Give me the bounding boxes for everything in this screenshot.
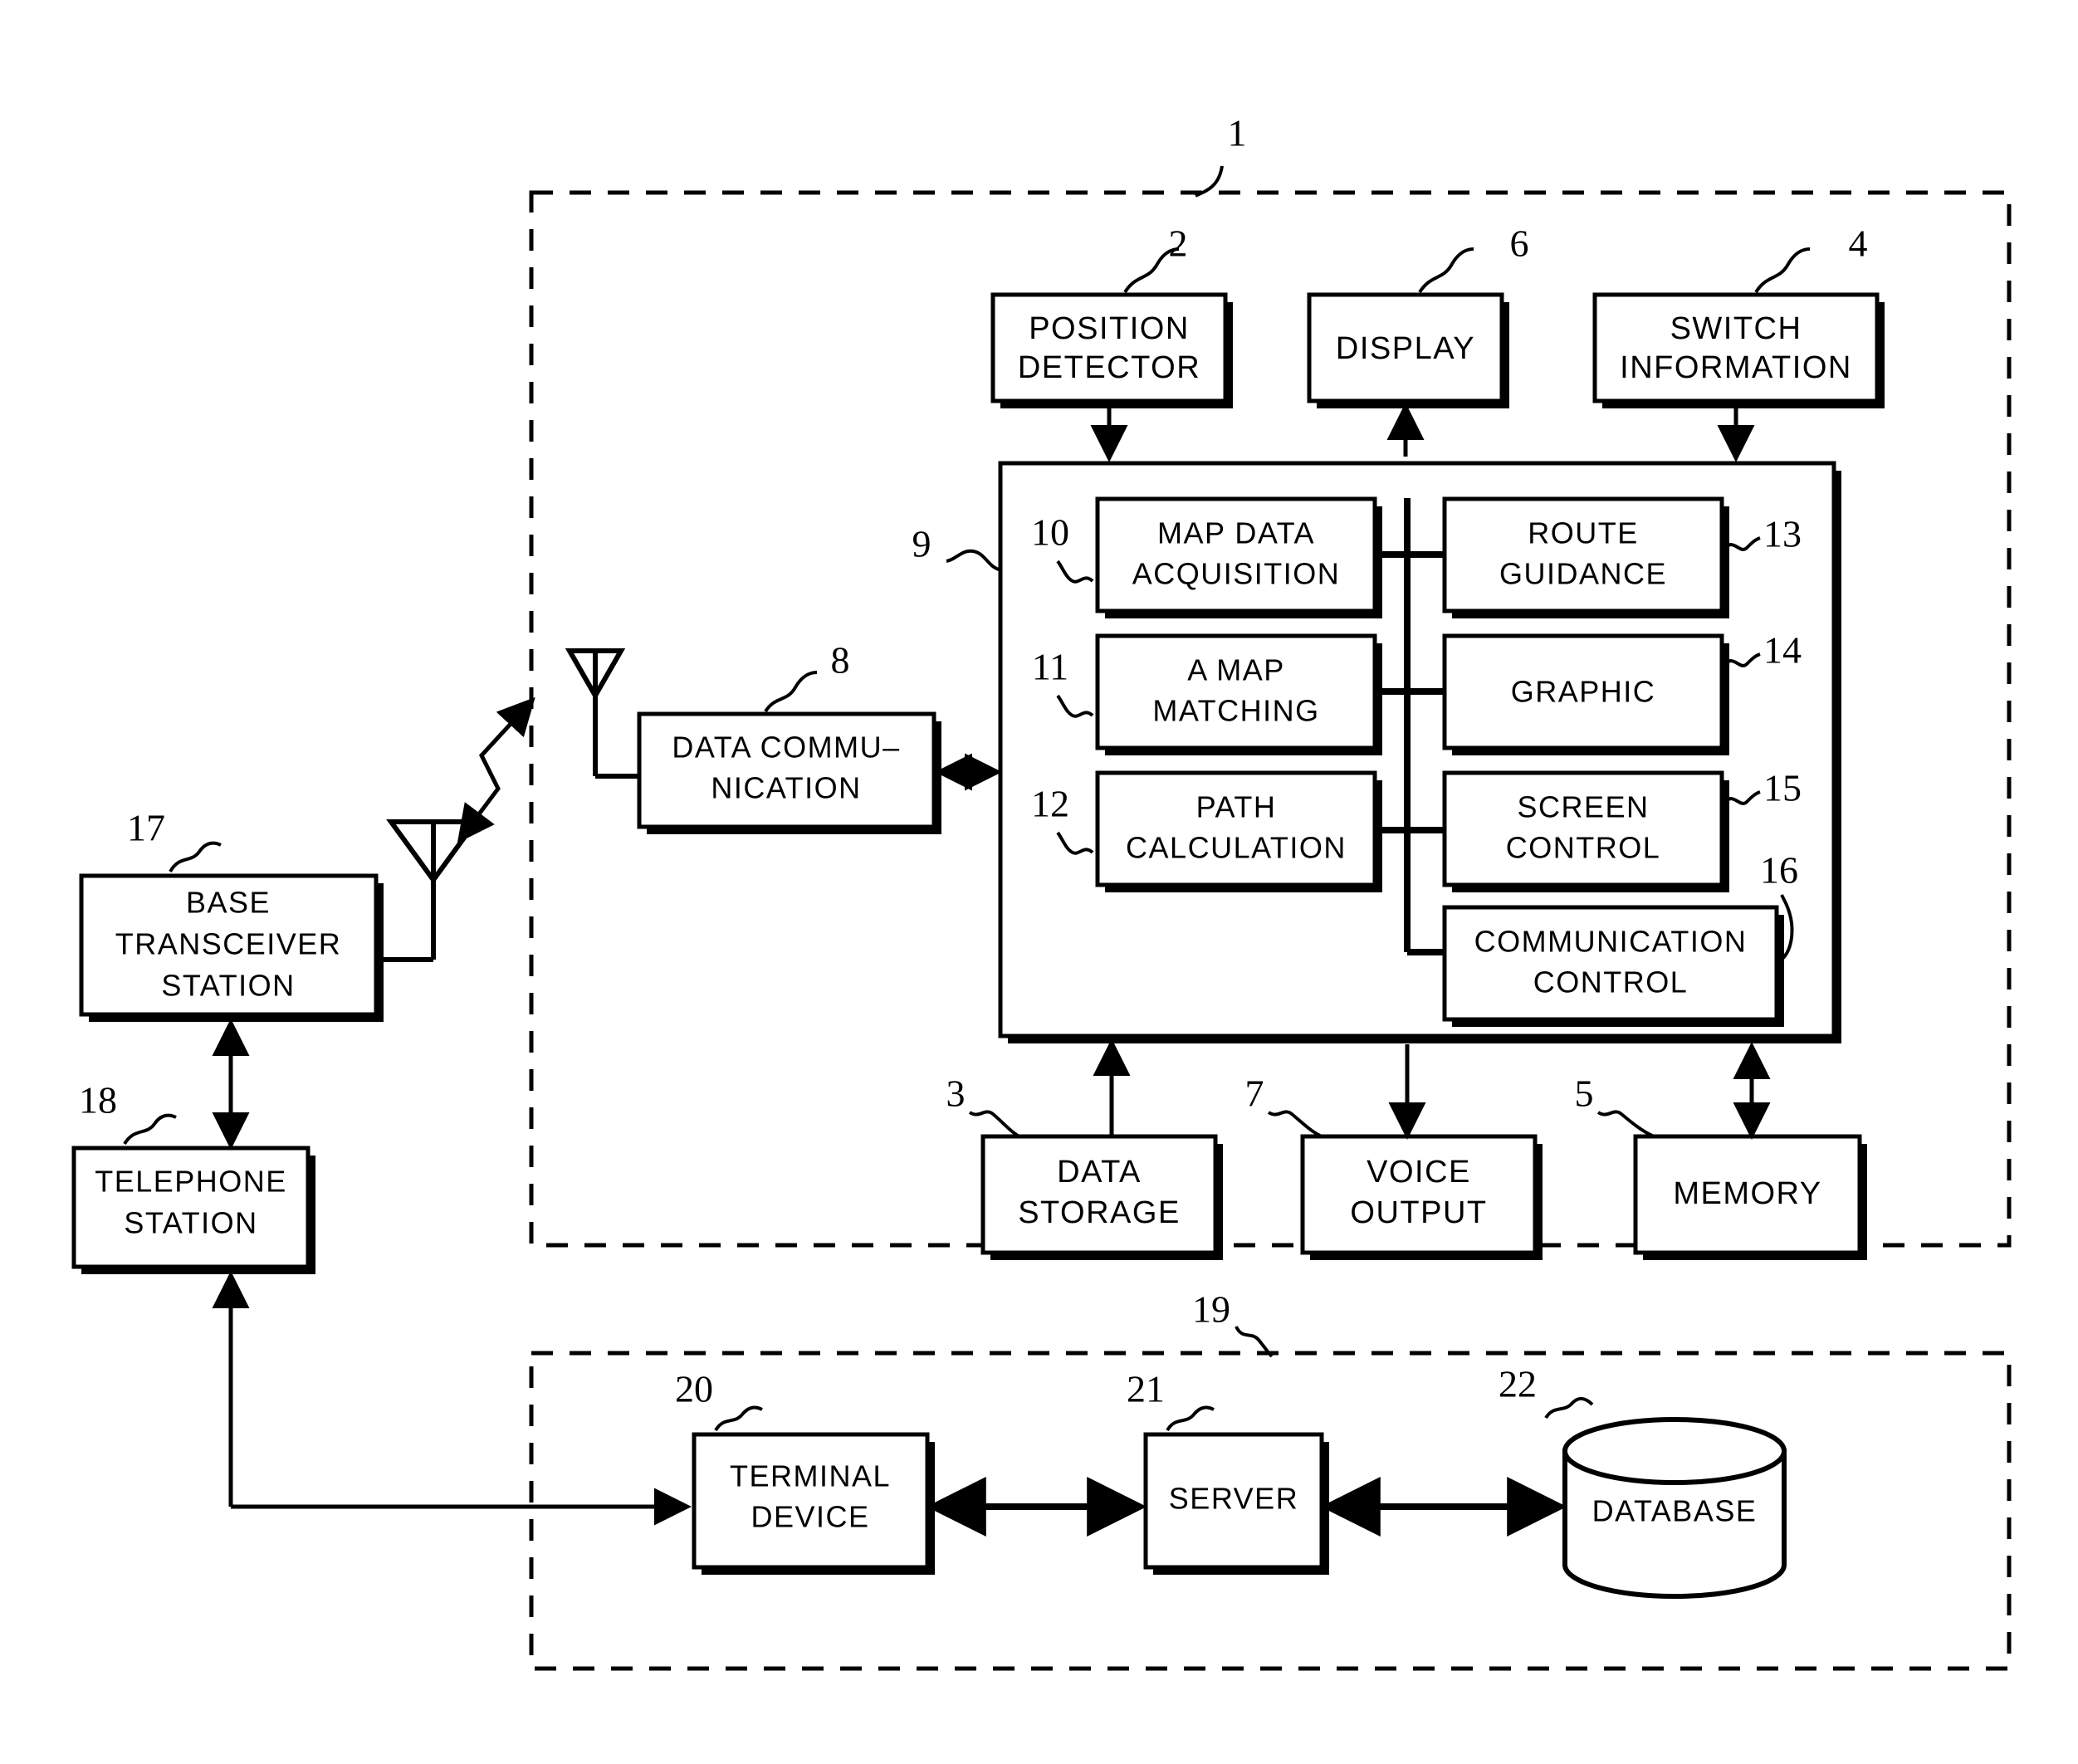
lead-line-memory [1596, 1110, 1653, 1137]
base-station-antenna-icon [382, 819, 481, 962]
patent-block-diagram: 1 POSITION DETECTOR 2 DISPLAY 6 SWITCH I… [71, 112, 2012, 1671]
map-data-acquisition-label-2: ACQUISITION [1132, 557, 1341, 591]
ref-numeral-server: 21 [1127, 1368, 1165, 1410]
ref-numeral-data-communication: 8 [831, 639, 850, 682]
terminal-device-label-2: DEVICE [751, 1500, 869, 1534]
figure-canvas: 1 POSITION DETECTOR 2 DISPLAY 6 SWITCH I… [0, 0, 2078, 1764]
lead-line-terminal-device [714, 1405, 763, 1432]
ref-numeral-database: 22 [1499, 1363, 1537, 1405]
lead-line-data-storage [968, 1110, 1019, 1137]
ref-numeral-switch-information: 4 [1849, 222, 1868, 265]
lead-line-base-transceiver-station [169, 841, 222, 873]
ref-numeral-communication-control: 16 [1760, 849, 1798, 892]
ref-numeral-voice-output: 7 [1245, 1073, 1264, 1115]
ref-numeral-center-system: 19 [1192, 1288, 1230, 1331]
voice-output-box [1300, 1134, 1538, 1255]
voice-output-label-1: VOICE [1367, 1155, 1471, 1190]
base-transceiver-station-label-3: STATION [161, 969, 295, 1003]
ref-numeral-base-transceiver-station: 17 [127, 807, 165, 849]
lead-line-switch-information [1754, 247, 1811, 294]
ref-numeral-route-guidance: 13 [1763, 513, 1802, 555]
position-detector-label-1: POSITION [1029, 311, 1190, 346]
screen-control-label-1: SCREEN [1517, 790, 1649, 824]
base-transceiver-station-label-2: TRANSCEIVER [115, 927, 342, 961]
lead-line-center-system [1235, 1326, 1274, 1358]
ref-numeral-path-calculation: 12 [1031, 783, 1069, 825]
lead-line-display [1418, 247, 1474, 294]
data-communication-label-2: NICATION [711, 771, 861, 805]
communication-control-label-1: COMMUNICATION [1474, 925, 1748, 959]
lead-line-voice-output [1267, 1110, 1321, 1137]
server-label: SERVER [1169, 1482, 1298, 1516]
ref-numeral-map-data-acquisition: 10 [1031, 511, 1069, 554]
data-storage-box [980, 1134, 1218, 1255]
ref-numeral-control-unit: 9 [912, 523, 931, 565]
terminal-device-label-1: TERMINAL [730, 1459, 891, 1493]
lead-line-telephone-station [123, 1113, 177, 1146]
switch-information-label-1: SWITCH [1670, 311, 1802, 346]
ref-numeral-terminal-device: 20 [675, 1368, 713, 1410]
map-matching-label-1: A MAP [1187, 653, 1285, 687]
vehicle-antenna-icon [565, 648, 639, 779]
route-guidance-label-2: GUIDANCE [1499, 557, 1667, 591]
data-storage-label-1: DATA [1057, 1155, 1142, 1190]
data-storage-label-2: STORAGE [1018, 1195, 1181, 1230]
base-transceiver-station-label-1: BASE [186, 886, 271, 920]
telephone-station-label-2: STATION [124, 1206, 257, 1240]
lead-line-server [1166, 1405, 1215, 1432]
map-matching-label-2: MATCHING [1152, 694, 1319, 728]
telephone-station-label-1: TELEPHONE [95, 1165, 287, 1199]
ref-numeral-screen-control: 15 [1763, 767, 1802, 809]
ref-numeral-vehicle-unit: 1 [1228, 112, 1247, 154]
lead-line-data-communication [764, 671, 818, 713]
ref-numeral-data-storage: 3 [946, 1073, 966, 1115]
position-detector-label-2: DETECTOR [1018, 350, 1200, 385]
path-calculation-label-1: PATH [1196, 790, 1277, 824]
ref-numeral-position-detector: 2 [1169, 222, 1188, 265]
ref-numeral-graphic: 14 [1763, 629, 1802, 672]
route-guidance-label-1: ROUTE [1528, 516, 1639, 550]
ref-numeral-display: 6 [1510, 222, 1529, 265]
voice-output-label-2: OUTPUT [1350, 1195, 1487, 1230]
lead-line-database [1544, 1397, 1594, 1420]
data-communication-label-1: DATA COMMU– [672, 731, 900, 765]
display-label: DISPLAY [1336, 331, 1475, 366]
ref-numeral-telephone-station: 18 [79, 1079, 117, 1121]
communication-control-label-2: CONTROL [1533, 965, 1689, 999]
graphic-label: GRAPHIC [1511, 675, 1656, 709]
lead-line-control-unit [946, 549, 1000, 571]
screen-control-label-2: CONTROL [1506, 831, 1661, 865]
memory-label: MEMORY [1673, 1176, 1821, 1211]
map-data-acquisition-label-1: MAP DATA [1157, 516, 1315, 550]
database-label: DATABASE [1592, 1494, 1758, 1528]
ref-numeral-map-matching: 11 [1032, 646, 1068, 688]
path-calculation-label-2: CALCULATION [1126, 831, 1347, 865]
wireless-link-icon [457, 696, 535, 843]
ref-numeral-memory: 5 [1575, 1073, 1594, 1115]
switch-information-label-2: INFORMATION [1620, 350, 1852, 385]
